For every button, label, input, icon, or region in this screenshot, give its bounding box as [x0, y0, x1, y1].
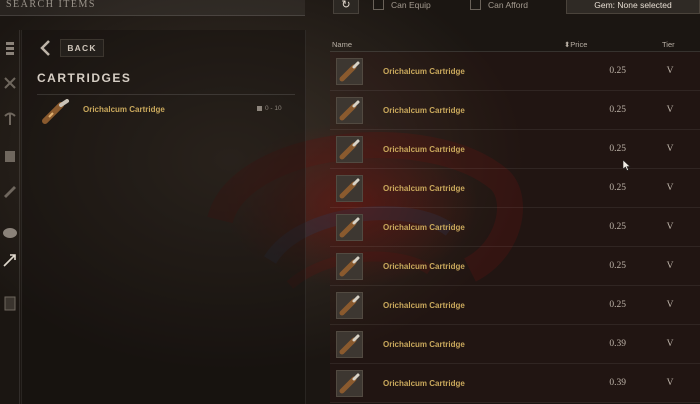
- item-name: Orichalcum Cartridge: [383, 262, 465, 271]
- item-price: 0.25: [609, 300, 626, 310]
- armor-icon[interactable]: [2, 148, 18, 164]
- cartridge-icon: [42, 99, 69, 124]
- column-header-name[interactable]: Name: [332, 40, 352, 49]
- item-price: 0.25: [609, 144, 626, 154]
- column-header-tier[interactable]: Tier: [662, 40, 675, 49]
- cartridge-thumbnail: [336, 331, 363, 358]
- price-header-label: Price: [570, 40, 588, 49]
- cartridge-icon: [339, 178, 360, 199]
- category-title: CARTRIDGES: [37, 71, 132, 85]
- item-tier: V: [666, 339, 674, 349]
- cartridge-thumbnail: [336, 58, 363, 85]
- item-name: Orichalcum Cartridge: [383, 106, 465, 115]
- item-tier: V: [666, 105, 674, 115]
- item-price: 0.25: [609, 183, 626, 193]
- item-price: 0.39: [609, 339, 626, 349]
- round-shield-icon[interactable]: [2, 224, 18, 240]
- cartridge-icon: [339, 61, 360, 82]
- cartridge-thumbnail: [336, 214, 363, 241]
- item-price: 0.25: [609, 105, 626, 115]
- category-item-name: Orichalcum Cartridge: [83, 105, 165, 114]
- cartridge-thumbnail: [336, 292, 363, 319]
- back-button[interactable]: BACK: [60, 39, 104, 57]
- category-list-item[interactable]: Orichalcum Cartridge 0 - 10: [37, 94, 295, 126]
- table-row[interactable]: Orichalcum Cartridge 0.39 V: [330, 364, 700, 403]
- table-row[interactable]: Orichalcum Cartridge 0.25 V: [330, 208, 700, 247]
- crossed-swords-icon[interactable]: [2, 75, 18, 91]
- item-price: 0.25: [609, 222, 626, 232]
- table-row[interactable]: Orichalcum Cartridge 0.39 V: [330, 325, 700, 364]
- cartridge-icon: [339, 100, 360, 121]
- refresh-icon: ↻: [341, 0, 351, 11]
- table-row[interactable]: Orichalcum Cartridge 0.25 V: [330, 169, 700, 208]
- item-price: 0.25: [609, 261, 626, 271]
- search-items-title: SEARCH ITEMS: [6, 0, 96, 10]
- item-name: Orichalcum Cartridge: [383, 145, 465, 154]
- cartridge-icon: [339, 256, 360, 277]
- item-tier: V: [666, 378, 674, 388]
- item-name: Orichalcum Cartridge: [383, 379, 465, 388]
- category-panel: [21, 30, 306, 404]
- search-items-bar: SEARCH ITEMS: [0, 0, 305, 16]
- back-chevron-icon[interactable]: [38, 39, 52, 57]
- table-row[interactable]: Orichalcum Cartridge 0.25 V: [330, 286, 700, 325]
- item-name: Orichalcum Cartridge: [383, 184, 465, 193]
- item-name: Orichalcum Cartridge: [383, 223, 465, 232]
- cartridge-thumbnail: [336, 97, 363, 124]
- category-icon-strip: [0, 30, 20, 404]
- cartridge-icon: [339, 217, 360, 238]
- tool-icon[interactable]: [2, 184, 18, 200]
- can-equip-checkbox[interactable]: [373, 0, 384, 10]
- mouse-cursor-icon: [623, 160, 631, 171]
- item-name: Orichalcum Cartridge: [383, 67, 465, 76]
- refresh-button[interactable]: ↻: [333, 0, 359, 14]
- table-row[interactable]: Orichalcum Cartridge 0.25 V: [330, 91, 700, 130]
- item-tier: V: [666, 261, 674, 271]
- item-table: Orichalcum Cartridge 0.25 V Orichalcum C…: [330, 52, 700, 403]
- can-afford-checkbox[interactable]: [470, 0, 481, 10]
- bag-small-icon: [257, 105, 262, 111]
- cartridge-thumbnail: [336, 136, 363, 163]
- item-tier: V: [666, 66, 674, 76]
- cartridge-thumbnail: [336, 253, 363, 280]
- cartridge-icon: [339, 334, 360, 355]
- can-equip-label: Can Equip: [391, 0, 431, 10]
- menu-icon[interactable]: [2, 40, 18, 56]
- column-header-price[interactable]: ⬍Price: [564, 40, 587, 49]
- category-item-meta: 0 - 10: [265, 105, 282, 112]
- table-row[interactable]: Orichalcum Cartridge 0.25 V: [330, 247, 700, 286]
- table-row[interactable]: Orichalcum Cartridge 0.25 V: [330, 52, 700, 91]
- bag-icon[interactable]: [2, 295, 18, 311]
- cartridge-thumbnail: [336, 175, 363, 202]
- pickaxe-icon[interactable]: [2, 110, 18, 126]
- item-name: Orichalcum Cartridge: [383, 340, 465, 349]
- cartridge-icon: [339, 295, 360, 316]
- item-tier: V: [666, 183, 674, 193]
- gem-select-button[interactable]: Gem: None selected: [566, 0, 700, 14]
- cartridge-icon: [339, 373, 360, 394]
- can-afford-label: Can Afford: [488, 0, 529, 10]
- item-price: 0.25: [609, 66, 626, 76]
- cartridge-icon: [339, 139, 360, 160]
- cartridge-thumbnail: [336, 370, 363, 397]
- item-tier: V: [666, 300, 674, 310]
- item-name: Orichalcum Cartridge: [383, 301, 465, 310]
- item-tier: V: [666, 144, 674, 154]
- item-tier: V: [666, 222, 674, 232]
- arrow-icon[interactable]: [2, 252, 18, 268]
- table-row[interactable]: Orichalcum Cartridge 0.25 V: [330, 130, 700, 169]
- category-item-count: 0 - 10: [257, 105, 282, 112]
- item-price: 0.39: [609, 378, 626, 388]
